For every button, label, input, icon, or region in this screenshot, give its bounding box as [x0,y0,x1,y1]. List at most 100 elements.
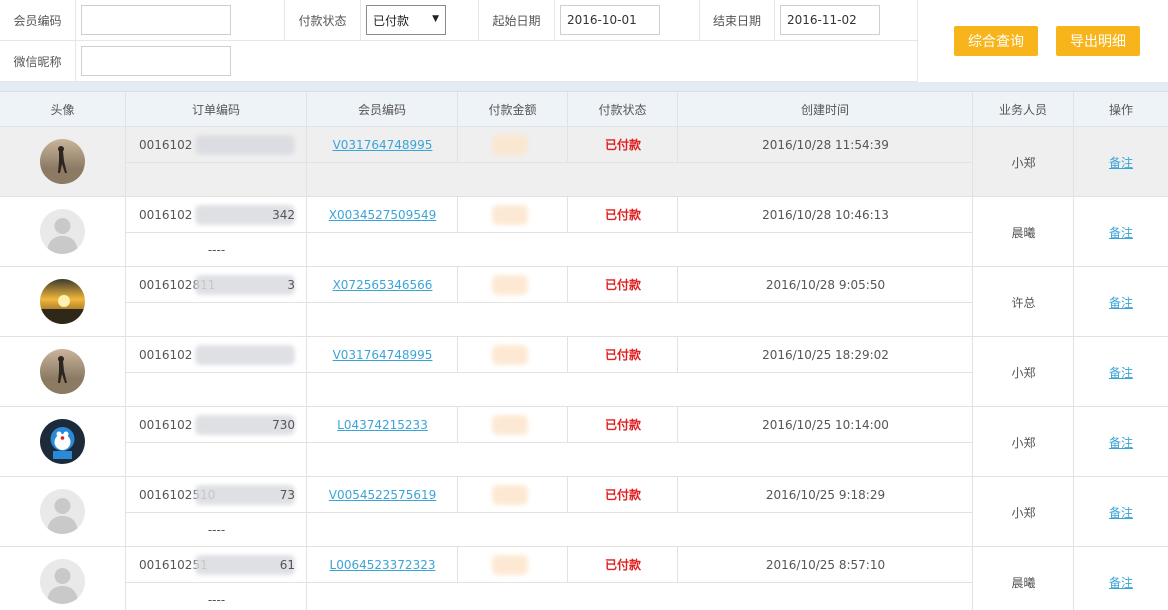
created-time: 2016/10/28 10:46:13 [762,207,889,222]
avatar [40,349,85,394]
pay-status-text: 已付款 [604,348,641,362]
filter-row-2: 微信昵称 [0,41,918,82]
pay-status-cell: 已付款 [568,127,678,162]
table-row: 0016102510 73 ---- V0054522575619 已付款 2016/10… [0,477,1168,547]
order-code-suffix: 3 [287,277,295,292]
member-code-link[interactable]: V0054522575619 [329,488,436,502]
table-header: 头像 订单编码 会员编码 付款金额 付款状态 创建时间 业务人员 操作 [0,92,1168,127]
pay-status-cell: 已付款 [568,337,678,372]
pay-status-select[interactable]: 已付款 ▼ [366,5,446,35]
filter-panel: 会员编码 付款状态 已付款 ▼ 起始日期 2016-10-01 结束日期 201… [0,0,1168,82]
member-code-link[interactable]: L04374215233 [337,418,428,432]
order-code-prefix: 0016102 [139,137,193,152]
member-code-link[interactable]: V031764748995 [333,138,433,152]
table-row: 0016102811 3 X072565346566 已付款 2016/10/28 9:… [0,267,1168,337]
pay-status-cell: 已付款 [568,197,678,232]
table-row: 001610251 61 ---- L0064523372323 已付款 2016/10/… [0,547,1168,610]
member-code-link[interactable]: V031764748995 [333,348,433,362]
staff-name: 小郑 [1011,505,1036,520]
redacted-amount [492,345,528,365]
table-row: 0016102 342 ---- X0034527509549 已付款 2016/10/2… [0,197,1168,267]
start-date-label: 起始日期 [479,0,555,41]
note-link[interactable]: 备注 [1109,224,1133,241]
order-sub-code [126,442,307,477]
section-divider [0,82,1168,92]
note-link[interactable]: 备注 [1109,294,1133,311]
member-code-link[interactable]: L0064523372323 [330,558,436,572]
pay-status-cell: 已付款 [568,547,678,582]
order-code-suffix: 73 [279,487,295,502]
created-time: 2016/10/25 8:57:10 [765,557,886,572]
search-button[interactable]: 综合查询 [954,26,1038,56]
member-code-cell: V031764748995 [307,127,458,162]
member-code-link[interactable]: X0034527509549 [329,208,436,222]
member-code-cell: X0034527509549 [307,197,458,232]
created-time: 2016/10/25 10:14:00 [762,417,889,432]
order-code-suffix [260,337,295,372]
pay-status-cell: 已付款 [568,477,678,512]
action-cell: 备注 [1074,407,1168,477]
order-sub-code [126,302,307,337]
pay-status-text: 已付款 [604,418,641,432]
member-code-cell: V0054522575619 [307,477,458,512]
order-sub-code: ---- [207,522,226,537]
pay-status-text: 已付款 [604,208,641,222]
pay-status-text: 已付款 [604,278,641,292]
order-sub-code [126,162,307,197]
avatar [40,559,85,604]
start-date-input[interactable]: 2016-10-01 [560,5,660,35]
order-sub-code: ---- [207,592,226,607]
col-header-staff: 业务人员 [973,92,1074,127]
note-link[interactable]: 备注 [1109,154,1133,171]
redacted-amount [492,415,528,435]
staff-name: 晨曦 [1011,225,1036,240]
end-date-input[interactable]: 2016-11-02 [780,5,880,35]
avatar [40,279,85,324]
member-code-link[interactable]: X072565346566 [333,278,433,292]
action-cell: 备注 [1074,547,1168,610]
pay-status-label: 付款状态 [285,0,361,41]
note-link[interactable]: 备注 [1109,434,1133,451]
member-code-cell: V031764748995 [307,337,458,372]
wechat-input[interactable] [81,46,231,76]
staff-name: 晨曦 [1011,575,1036,590]
table-row: 0016102 V031764748995 已付款 2016/10/28 11:54:… [0,127,1168,197]
order-code-prefix: 0016102 [139,207,193,222]
col-header-avatar: 头像 [0,92,126,127]
action-cell: 备注 [1074,267,1168,337]
note-link[interactable]: 备注 [1109,504,1133,521]
col-header-created: 创建时间 [678,92,973,127]
order-code-suffix: 730 [272,417,295,432]
col-header-status: 付款状态 [568,92,678,127]
created-time: 2016/10/25 18:29:02 [762,347,889,362]
wechat-label: 微信昵称 [0,41,76,82]
end-date-label: 结束日期 [700,0,775,41]
export-button[interactable]: 导出明细 [1056,26,1140,56]
staff-name: 小郑 [1011,365,1036,380]
created-time: 2016/10/28 11:54:39 [762,137,889,152]
filter-row-1: 会员编码 付款状态 已付款 ▼ 起始日期 2016-10-01 结束日期 201… [0,0,918,41]
pay-status-value: 已付款 [373,13,410,28]
filter-fields: 会员编码 付款状态 已付款 ▼ 起始日期 2016-10-01 结束日期 201… [0,0,918,82]
redacted-amount [492,485,528,505]
start-date-cell: 2016-10-01 [555,0,700,41]
col-header-amount: 付款金额 [458,92,568,127]
note-link[interactable]: 备注 [1109,364,1133,381]
avatar [40,419,85,464]
created-time: 2016/10/25 9:18:29 [765,487,886,502]
order-code-prefix: 0016102 [139,417,193,432]
member-code-cell: L0064523372323 [307,547,458,582]
table-row: 0016102 V031764748995 已付款 2016/10/25 18:29:… [0,337,1168,407]
pay-status-text: 已付款 [604,488,641,502]
redacted-amount [492,555,528,575]
member-code-label: 会员编码 [0,0,76,41]
pay-status-text: 已付款 [604,558,641,572]
order-sub-code [126,372,307,407]
member-code-input[interactable] [81,5,231,35]
pay-status-cell: 已付款 ▼ [361,0,479,41]
note-link[interactable]: 备注 [1109,574,1133,591]
member-code-cell: X072565346566 [307,267,458,302]
avatar [40,489,85,534]
staff-name: 许总 [1011,295,1036,310]
end-date-cell: 2016-11-02 [775,0,918,41]
